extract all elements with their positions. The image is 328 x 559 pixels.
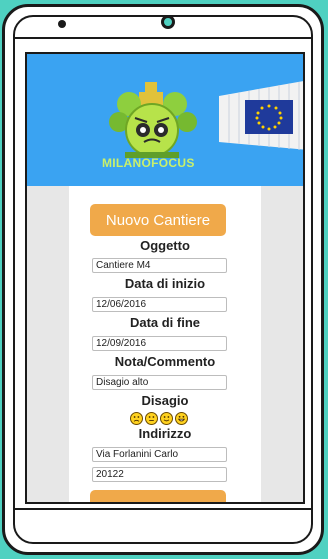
eu-building-icon bbox=[219, 81, 303, 150]
oggetto-field[interactable]: Cantiere M4 bbox=[92, 258, 227, 273]
logo-text: MILANOFOCUS bbox=[102, 156, 195, 170]
smile-face-icon[interactable] bbox=[160, 412, 173, 425]
indirizzo-label: Indirizzo bbox=[138, 426, 192, 441]
disagio-label: Disagio bbox=[141, 393, 189, 408]
new-cantiere-button[interactable]: Nuovo Cantiere bbox=[90, 204, 226, 236]
data-inizio-label: Data di inizio bbox=[124, 276, 206, 291]
speaker-icon bbox=[58, 20, 66, 28]
cap-field[interactable]: 20122 bbox=[92, 467, 227, 482]
indirizzo-field[interactable]: Via Forlanini Carlo bbox=[92, 447, 227, 462]
nota-label: Nota/Commento bbox=[114, 354, 216, 369]
nota-field[interactable]: Disagio alto bbox=[92, 375, 227, 390]
data-fine-field[interactable]: 12/09/2016 bbox=[92, 336, 227, 351]
oggetto-label: Oggetto bbox=[140, 238, 190, 253]
grin-face-icon[interactable] bbox=[175, 412, 188, 425]
app-screen: MILANOFOCUS Nuovo Cantiere Oggetto Canti… bbox=[25, 52, 305, 504]
neutral-face-icon[interactable] bbox=[145, 412, 158, 425]
top-divider bbox=[13, 37, 313, 39]
phone-frame: MILANOFOCUS Nuovo Cantiere Oggetto Canti… bbox=[2, 4, 324, 555]
data-fine-label: Data di fine bbox=[129, 315, 201, 330]
submit-button[interactable] bbox=[90, 490, 226, 502]
camera-icon bbox=[161, 15, 175, 29]
home-area bbox=[13, 508, 313, 544]
data-inizio-field[interactable]: 12/06/2016 bbox=[92, 297, 227, 312]
sad-face-icon[interactable] bbox=[130, 412, 143, 425]
header-banner: MILANOFOCUS bbox=[27, 54, 303, 186]
disagio-rating bbox=[127, 412, 191, 426]
